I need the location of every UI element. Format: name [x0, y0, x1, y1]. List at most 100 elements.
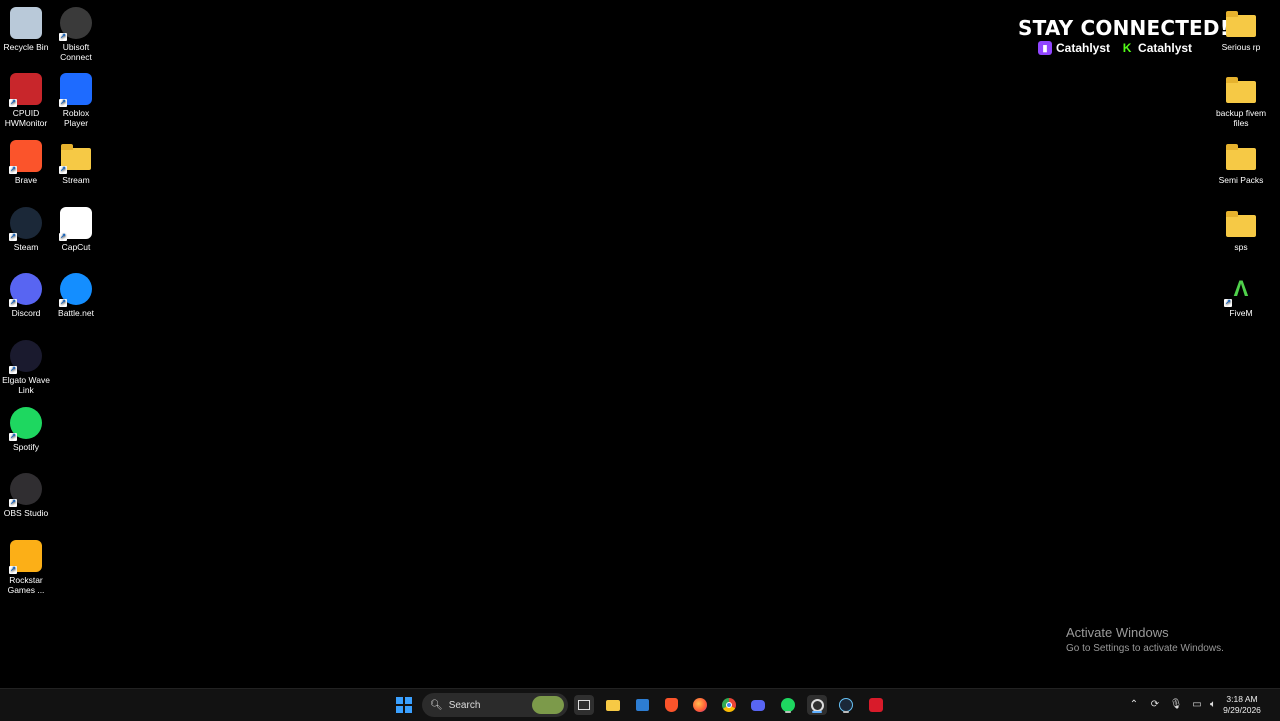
- kick-icon: K: [1122, 41, 1132, 55]
- shortcut-arrow-icon: ↗: [59, 33, 67, 41]
- system-clock[interactable]: 3:18 AM 9/29/2026: [1222, 694, 1262, 716]
- rockstar-taskbar-button[interactable]: [866, 695, 886, 715]
- start-button[interactable]: [394, 695, 414, 715]
- desktop-icon-capcut[interactable]: ↗ CapCut: [50, 207, 102, 252]
- twitch-handle-text: Catahlyst: [1056, 41, 1111, 55]
- brave-icon: [664, 698, 678, 712]
- steam-icon: ↗: [9, 207, 42, 241]
- shortcut-arrow-icon: ↗: [1224, 299, 1232, 307]
- search-placeholder: Search: [448, 699, 481, 711]
- desktop-icon-recycle-bin[interactable]: Recycle Bin: [0, 7, 52, 52]
- sync-icon[interactable]: ⟳: [1148, 698, 1162, 712]
- discord-taskbar-button[interactable]: [748, 695, 768, 715]
- display-icon[interactable]: ▭: [1190, 698, 1204, 712]
- stream-overlay: STAY CONNECTED! ▮ Catahlyst K Catahlyst: [1018, 17, 1230, 55]
- desktop-icon-sps[interactable]: sps: [1215, 207, 1267, 252]
- desktop-icon-label: Elgato Wave Link: [2, 375, 50, 395]
- task-view-button[interactable]: [574, 695, 594, 715]
- search-icon: 🔍︎: [430, 699, 443, 711]
- recycle-bin-icon: [10, 7, 42, 39]
- desktop-icon-label: sps: [1234, 242, 1248, 252]
- desktop-icon-steam[interactable]: ↗ Steam: [0, 207, 52, 252]
- shortcut-arrow-icon: ↗: [59, 233, 67, 241]
- start-icon: [396, 697, 412, 713]
- kick-handle: K Catahlyst: [1120, 41, 1192, 55]
- brave-taskbar-button[interactable]: [661, 695, 681, 715]
- shortcut-arrow-icon: ↗: [59, 99, 67, 107]
- roblox-icon: ↗: [59, 73, 92, 107]
- desktop-icon-elgato-wave-link[interactable]: ↗ Elgato Wave Link: [0, 340, 52, 395]
- desktop-icon-stream[interactable]: ↗ Stream: [50, 140, 102, 185]
- capcut-icon: ↗: [59, 207, 92, 241]
- activation-subtitle: Go to Settings to activate Windows.: [1066, 643, 1224, 654]
- shortcut-arrow-icon: ↗: [9, 366, 17, 374]
- desktop-icon-rockstar-games[interactable]: ↗ Rockstar Games ...: [0, 540, 52, 595]
- search-highlight-image: [532, 696, 564, 714]
- twitch-handle: ▮ Catahlyst: [1038, 41, 1110, 55]
- desktop-icon-label: Stream: [62, 175, 90, 185]
- discord-icon: [751, 699, 765, 711]
- shortcut-arrow-icon: ↗: [9, 566, 17, 574]
- brave-icon: ↗: [9, 140, 42, 174]
- shortcut-arrow-icon: ↗: [59, 299, 67, 307]
- file-explorer-icon: [606, 699, 620, 711]
- steam-taskbar-button[interactable]: [836, 695, 856, 715]
- shortcut-arrow-icon: ↗: [9, 166, 17, 174]
- volume-icon[interactable]: 🔈︎: [1206, 698, 1220, 712]
- desktop-icon-ubisoft-connect[interactable]: ↗ Ubisoft Connect: [50, 7, 102, 62]
- desktop-icon-brave[interactable]: ↗ Brave: [0, 140, 52, 185]
- store-icon: [635, 699, 649, 711]
- chrome-taskbar-button[interactable]: [719, 695, 739, 715]
- active-indicator: [785, 711, 791, 713]
- shortcut-arrow-icon: ↗: [59, 166, 67, 174]
- spotify-taskbar-button[interactable]: [778, 695, 798, 715]
- desktop-icon-label: Roblox Player: [62, 108, 90, 128]
- desktop-icon-label: Steam: [13, 242, 39, 252]
- obs-icon: [810, 698, 824, 712]
- taskbar-search[interactable]: 🔍︎ Search: [422, 693, 568, 717]
- desktop-icon-fivem[interactable]: Λ ↗ FiveM: [1215, 273, 1267, 318]
- folder-icon: [1225, 207, 1257, 239]
- desktop-icon-battle-net[interactable]: ↗ Battle.net: [50, 273, 102, 318]
- discord-icon: ↗: [9, 273, 42, 307]
- desktop-icon-label: OBS Studio: [3, 508, 49, 518]
- desktop-icon-roblox-player[interactable]: ↗ Roblox Player: [50, 73, 102, 128]
- tray-overflow-chevron-icon[interactable]: ⌃: [1127, 698, 1141, 712]
- desktop-icon-spotify[interactable]: ↗ Spotify: [0, 407, 52, 452]
- wavelink-icon: ↗: [9, 340, 42, 374]
- folder-icon: [1225, 73, 1257, 105]
- shortcut-arrow-icon: ↗: [9, 433, 17, 441]
- desktop-icon-label: Ubisoft Connect: [60, 42, 92, 62]
- firefox-icon: [693, 698, 707, 712]
- activation-watermark: Activate Windows Go to Settings to activ…: [1066, 625, 1224, 654]
- store-button[interactable]: [632, 695, 652, 715]
- firefox-taskbar-button[interactable]: [690, 695, 710, 715]
- file-explorer-button[interactable]: [603, 695, 623, 715]
- active-indicator: [843, 711, 849, 713]
- spotify-icon: [781, 698, 795, 712]
- obs-taskbar-button[interactable]: [807, 695, 827, 715]
- desktop-icon-label: FiveM: [1229, 308, 1253, 318]
- desktop-icon-label: Rockstar Games ...: [7, 575, 45, 595]
- microphone-icon[interactable]: 🎙︎: [1169, 698, 1183, 712]
- rockstar-icon: ↗: [9, 540, 42, 574]
- desktop-icon-label: CPUID HWMonitor: [4, 108, 48, 128]
- desktop-icon-label: Discord: [11, 308, 41, 318]
- desktop-icon-label: Battle.net: [58, 308, 94, 318]
- taskbar: 🔍︎ Search ⌃ ⟳ 🎙︎ ▭ 🔈︎ 3:18 AM 9/29/2026: [0, 688, 1280, 721]
- desktop-icon-obs-studio[interactable]: ↗ OBS Studio: [0, 473, 52, 518]
- hwmonitor-icon: ↗: [9, 73, 42, 107]
- desktop-icon-backup-fivem-files[interactable]: backup fivem files: [1215, 73, 1267, 128]
- desktop-icon-discord[interactable]: ↗ Discord: [0, 273, 52, 318]
- desktop-icon-label: backup fivem files: [1215, 108, 1267, 128]
- desktop-icon-semi-packs[interactable]: Semi Packs: [1215, 140, 1267, 185]
- desktop-icon-label: Recycle Bin: [3, 42, 49, 52]
- clock-date: 9/29/2026: [1223, 705, 1261, 715]
- clock-time: 3:18 AM: [1226, 694, 1258, 704]
- active-indicator: [812, 711, 822, 713]
- rockstar-icon: [869, 698, 883, 712]
- overlay-title: STAY CONNECTED!: [1018, 16, 1230, 40]
- shortcut-arrow-icon: ↗: [9, 499, 17, 507]
- desktop-icon-cpuid-hwmonitor[interactable]: ↗ CPUID HWMonitor: [0, 73, 52, 128]
- desktop-icon-label: Brave: [14, 175, 38, 185]
